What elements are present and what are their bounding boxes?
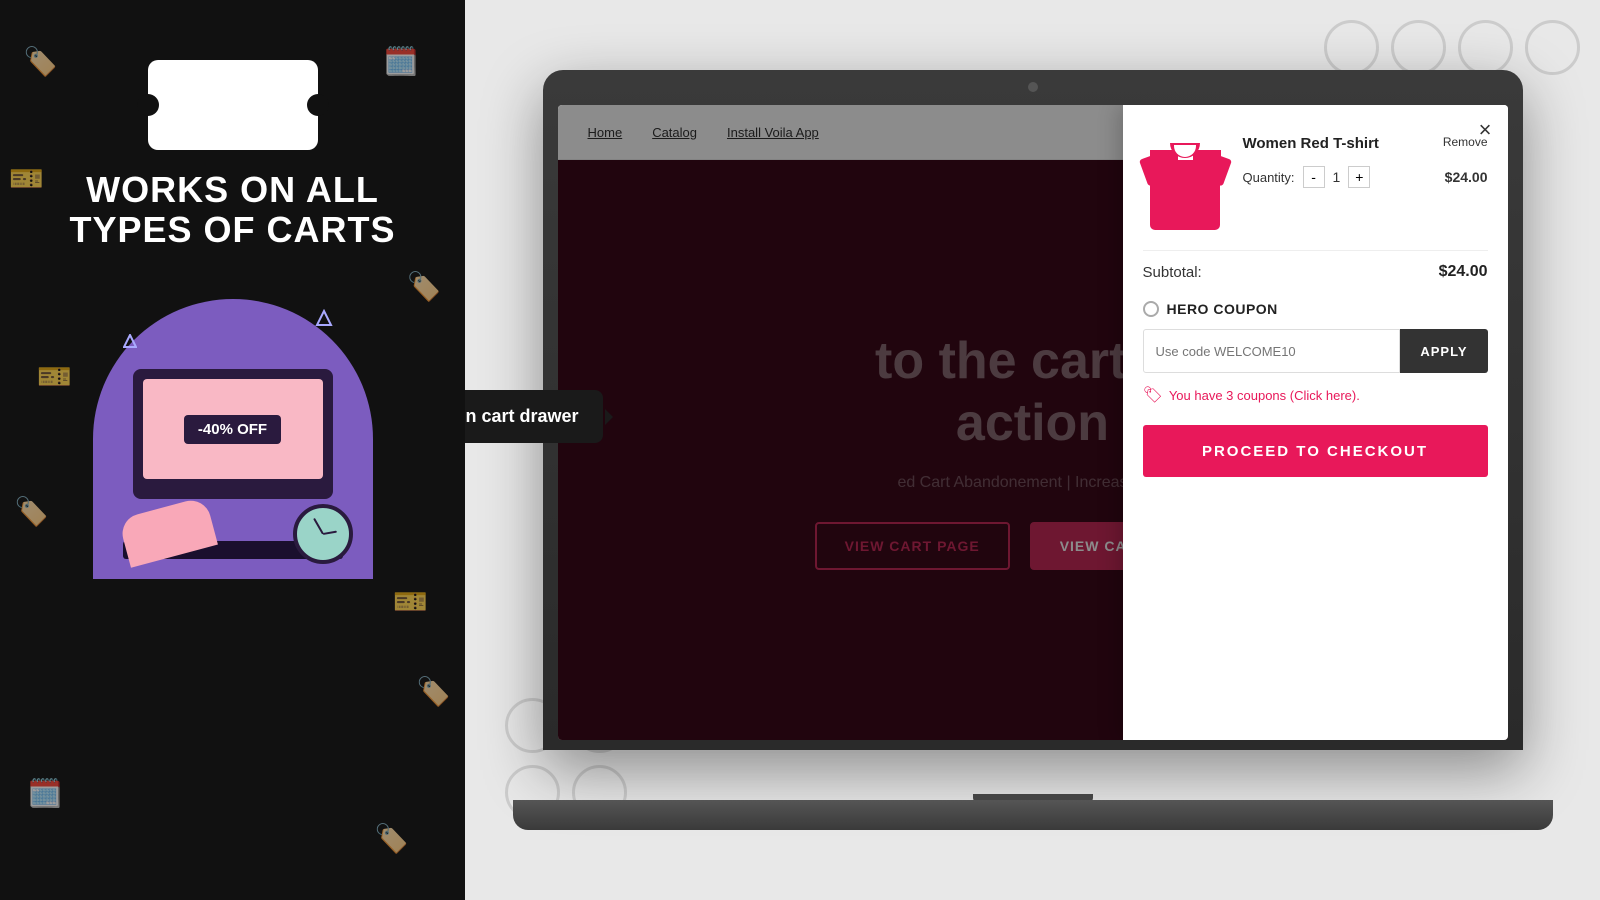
tshirt-body [1150, 160, 1220, 230]
bg-icon-9: 🎫 [37, 360, 72, 393]
bg-icon-10: 🏷️ [416, 675, 451, 708]
bg-icon-4: 🏷️ [407, 270, 442, 303]
coupon-percent-symbol: % [209, 75, 255, 135]
bg-icon-8: 🏷️ [374, 822, 409, 855]
product-name: Women Red T-shirt [1243, 135, 1379, 152]
coupon-input[interactable] [1143, 329, 1401, 373]
coupon-icon: % [148, 60, 318, 150]
bg-icon-1: 🏷️ [23, 45, 58, 78]
bg-icon-5: 🏷️ [14, 495, 49, 528]
coupon-radio[interactable] [1143, 301, 1159, 317]
product-info: Women Red T-shirt Remove Quantity: - 1 +… [1243, 135, 1488, 188]
right-panel: Coupon on cart drawer Home Catalog Insta… [465, 0, 1600, 900]
quantity-plus-btn[interactable]: + [1348, 166, 1370, 188]
coupon-section: HERO COUPON APPLY 🏷 You have 3 coupons (… [1143, 301, 1488, 405]
quantity-label: Quantity: [1243, 170, 1295, 185]
coupon-input-row: APPLY [1143, 329, 1488, 373]
deco-circle-4 [1525, 20, 1580, 75]
screen-overlay [558, 105, 1123, 740]
quantity-row: Quantity: - 1 + $24.00 [1243, 166, 1488, 188]
tag-icon: 🏷 [1143, 385, 1163, 405]
bg-icon-7: 🗓️ [28, 777, 63, 810]
clock-icon [293, 504, 353, 564]
hands-illustration [113, 497, 213, 557]
tshirt-illustration [1143, 135, 1228, 230]
product-image [1143, 135, 1228, 230]
illus-screen: -40% OFF [143, 379, 323, 479]
discount-badge: -40% OFF [184, 415, 281, 444]
laptop-outer: Home Catalog Install Voila App to the ca… [543, 70, 1523, 750]
drawer-close-button[interactable]: × [1479, 117, 1492, 143]
illustration: -40% OFF [93, 279, 373, 579]
deco-triangle-1 [315, 309, 333, 332]
bg-icon-2: 🗓️ [384, 45, 419, 78]
hero-coupon-text: HERO COUPON [1167, 301, 1278, 317]
apply-coupon-btn[interactable]: APPLY [1400, 329, 1487, 373]
heading-line2: TYPES OF CARTS [69, 209, 395, 250]
laptop-camera [1028, 82, 1038, 92]
deco-circle-1 [1324, 20, 1379, 75]
coupons-available[interactable]: 🏷 You have 3 coupons (Click here). [1143, 385, 1488, 405]
tooltip: Coupon on cart drawer [465, 390, 603, 443]
bg-icon-3: 🎫 [9, 162, 44, 195]
illus-laptop-body: -40% OFF [133, 369, 333, 499]
laptop-mockup: Coupon on cart drawer Home Catalog Insta… [543, 70, 1523, 830]
main-heading: WORKS ON ALL TYPES OF CARTS [69, 170, 395, 249]
product-row: Women Red T-shirt Remove Quantity: - 1 +… [1143, 135, 1488, 230]
cart-drawer: × [1123, 105, 1508, 740]
clock-hand-1 [313, 518, 324, 535]
quantity-value: 1 [1333, 169, 1341, 185]
coupons-text: You have 3 coupons (Click here). [1169, 388, 1360, 403]
left-panel: 🏷️ 🗓️ 🎫 🏷️ 🏷️ 🎫 🗓️ 🏷️ 🎫 🏷️ % WORKS ON AL… [0, 0, 465, 900]
subtotal-amount: $24.00 [1439, 263, 1488, 281]
deco-triangle-2 [123, 334, 137, 353]
drawer-content: Women Red T-shirt Remove Quantity: - 1 +… [1123, 105, 1508, 740]
checkout-btn[interactable]: PROCEED TO CHECKOUT [1143, 425, 1488, 477]
hero-coupon-label: HERO COUPON [1143, 301, 1488, 317]
tooltip-text: Coupon on cart drawer [465, 406, 579, 426]
divider-1 [1143, 250, 1488, 251]
subtotal-label: Subtotal: [1143, 264, 1202, 281]
subtotal-row: Subtotal: $24.00 [1143, 263, 1488, 281]
bg-icon-6: 🎫 [393, 585, 428, 618]
screen-area: Home Catalog Install Voila App to the ca… [558, 105, 1508, 740]
clock-hand-2 [322, 531, 336, 535]
deco-circle-3 [1458, 20, 1513, 75]
product-price: $24.00 [1445, 169, 1488, 185]
deco-circle-2 [1391, 20, 1446, 75]
laptop-base [513, 800, 1553, 830]
heading-line1: WORKS ON ALL [86, 169, 379, 210]
quantity-minus-btn[interactable]: - [1303, 166, 1325, 188]
